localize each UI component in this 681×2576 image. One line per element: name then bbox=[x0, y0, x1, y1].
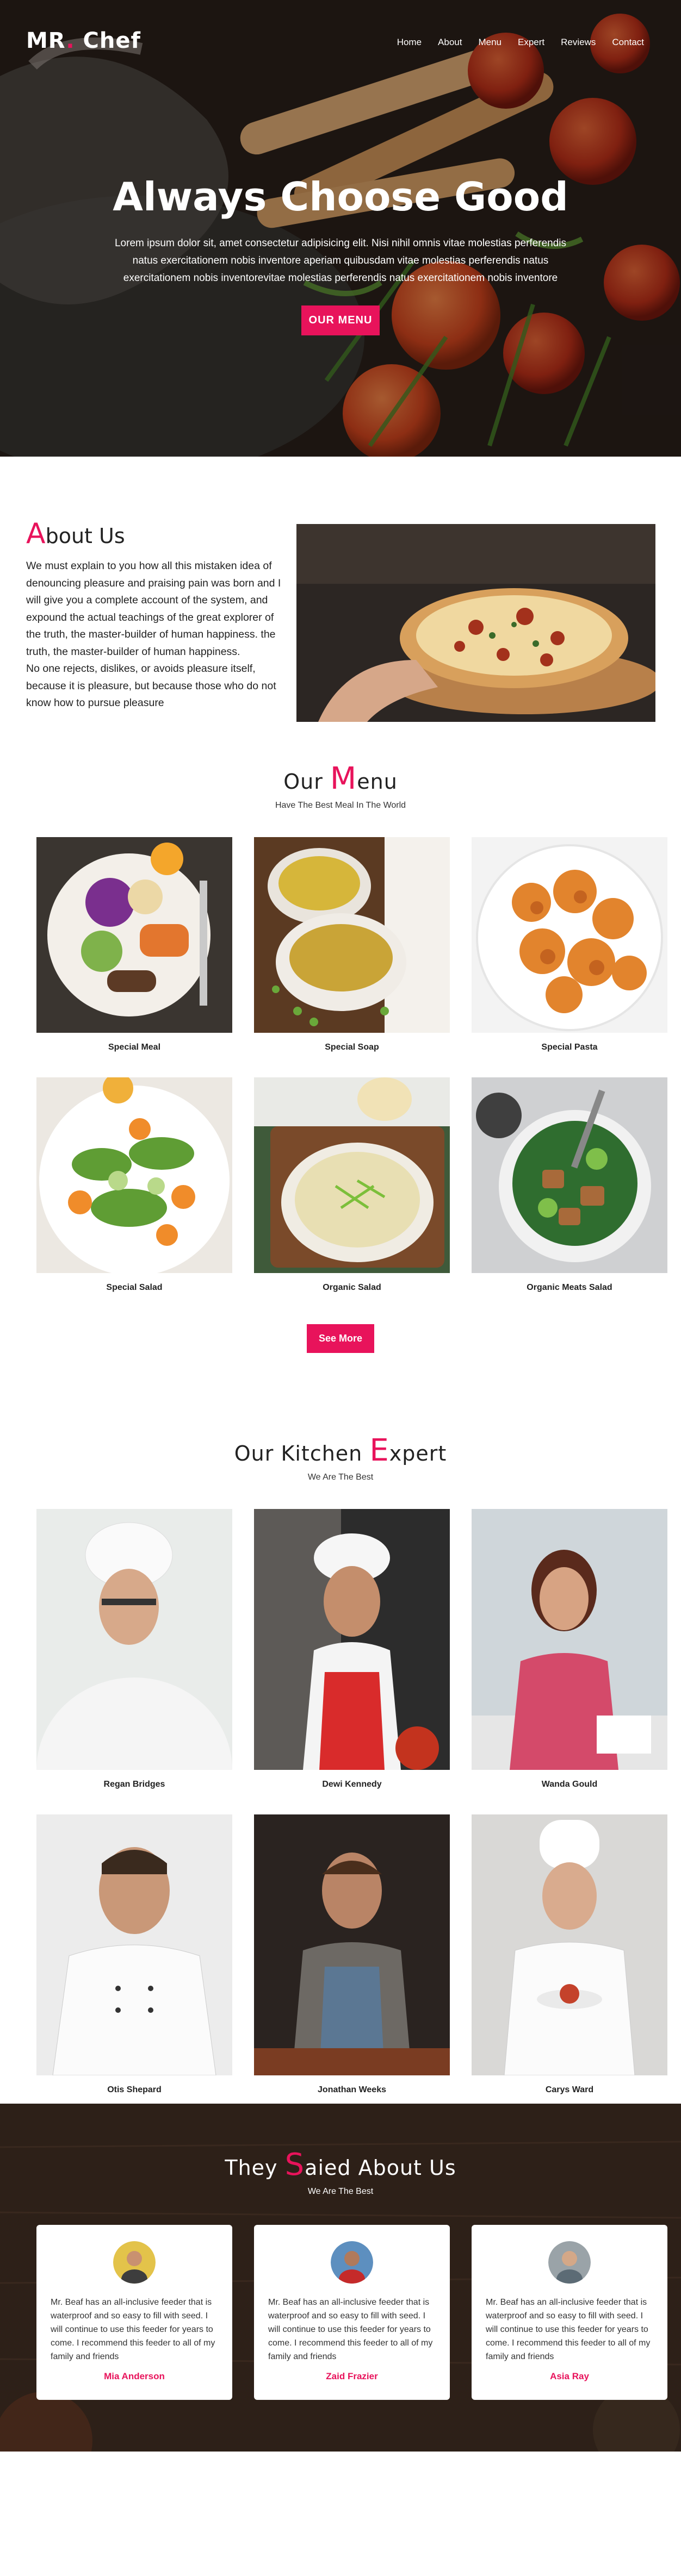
logo-text-left: MR bbox=[26, 28, 66, 53]
expert-card[interactable]: Regan Bridges bbox=[36, 1509, 232, 1789]
top-navbar: MR. Chef Home About Menu Expert Reviews … bbox=[0, 0, 681, 82]
special-soap-image bbox=[254, 837, 450, 1033]
chef-photo bbox=[36, 1509, 232, 1770]
menu-subtitle: Have The Best Meal In The World bbox=[275, 801, 406, 810]
menu-header: Our Menu Have The Best Meal In The World bbox=[0, 761, 681, 810]
about-text-block: About Us We must explain to you how all … bbox=[26, 517, 287, 712]
review-text: Mr. Beaf has an all-inclusive feeder tha… bbox=[486, 2298, 651, 2361]
special-pasta-image bbox=[472, 837, 667, 1033]
nav-reviews[interactable]: Reviews bbox=[561, 37, 596, 48]
see-more-wrap: See More bbox=[0, 1324, 681, 1353]
chef-photo bbox=[472, 1814, 667, 2075]
logo[interactable]: MR. Chef bbox=[26, 28, 141, 53]
menu-item-label: Organic Salad bbox=[323, 1283, 381, 1292]
chef-photo bbox=[36, 1814, 232, 2075]
menu-item-label: Organic Meats Salad bbox=[527, 1283, 612, 1292]
menu-title-pre: Our bbox=[283, 770, 330, 794]
expert-title-initial: E bbox=[369, 1433, 389, 1468]
expert-card[interactable]: Jonathan Weeks bbox=[254, 1814, 450, 2095]
expert-name: Otis Shepard bbox=[107, 2085, 162, 2094]
reviewer-avatar bbox=[548, 2241, 591, 2284]
menu-section: Our Menu Have The Best Meal In The World… bbox=[0, 761, 681, 1419]
expert-title-rest: xpert bbox=[389, 1442, 447, 1465]
menu-title-initial: M bbox=[330, 761, 357, 796]
hero-text: Lorem ipsum dolor sit, amet consectetur … bbox=[114, 238, 567, 284]
menu-card[interactable]: Special Salad bbox=[36, 1077, 232, 1293]
menu-card[interactable]: Special Meal bbox=[36, 837, 232, 1052]
expert-card[interactable]: Dewi Kennedy bbox=[254, 1509, 450, 1789]
organic-salad-image bbox=[254, 1077, 450, 1273]
organic-meats-salad-image bbox=[472, 1077, 667, 1273]
reviewer-name: Asia Ray bbox=[550, 2371, 589, 2381]
nav-about[interactable]: About bbox=[438, 37, 462, 48]
hero-content: Always Choose Good Lorem ipsum dolor sit… bbox=[0, 174, 681, 335]
expert-name: Carys Ward bbox=[545, 2085, 594, 2094]
see-more-button[interactable]: See More bbox=[306, 1324, 375, 1353]
expert-title: Our Kitchen Expert bbox=[0, 1433, 681, 1468]
reviews-title: They Saied About Us bbox=[0, 2147, 681, 2182]
expert-card[interactable]: Wanda Gould bbox=[472, 1509, 667, 1789]
menu-card[interactable]: Organic Meats Salad bbox=[472, 1077, 667, 1293]
menu-card[interactable]: Organic Salad bbox=[254, 1077, 450, 1293]
menu-item-label: Special Meal bbox=[108, 1043, 161, 1052]
special-meal-image bbox=[36, 837, 232, 1033]
menu-card[interactable]: Special Pasta bbox=[472, 837, 667, 1052]
expert-name: Dewi Kennedy bbox=[322, 1780, 382, 1789]
our-menu-button[interactable]: OUR MENU bbox=[301, 305, 380, 335]
expert-subtitle: We Are The Best bbox=[307, 1473, 374, 1482]
nav-home[interactable]: Home bbox=[397, 37, 422, 48]
menu-item-label: Special Pasta bbox=[541, 1043, 598, 1052]
expert-name: Jonathan Weeks bbox=[318, 2085, 386, 2094]
hero-title: Always Choose Good bbox=[113, 174, 568, 220]
nav-contact[interactable]: Contact bbox=[612, 37, 644, 48]
about-title: About Us bbox=[26, 517, 287, 550]
nav-menu: Home About Menu Expert Reviews Contact bbox=[397, 37, 644, 48]
reviews-header: They Saied About Us We Are The Best bbox=[0, 2147, 681, 2197]
expert-card[interactable]: Otis Shepard bbox=[36, 1814, 232, 2095]
menu-title-rest: enu bbox=[357, 770, 398, 794]
reviews-section: They Saied About Us We Are The Best Mr. … bbox=[0, 2104, 681, 2452]
reviewer-name: Mia Anderson bbox=[104, 2371, 165, 2381]
special-salad-image bbox=[36, 1077, 232, 1273]
reviews-title-initial: S bbox=[284, 2147, 305, 2182]
expert-header: Our Kitchen Expert We Are The Best bbox=[0, 1433, 681, 1482]
reviewer-name: Zaid Frazier bbox=[326, 2371, 378, 2381]
reviews-title-pre: They bbox=[225, 2156, 285, 2180]
review-card: Mr. Beaf has an all-inclusive feeder tha… bbox=[36, 2225, 232, 2400]
hero-section: MR. Chef Home About Menu Expert Reviews … bbox=[0, 0, 681, 457]
about-section: About Us We must explain to you how all … bbox=[0, 457, 681, 761]
reviews-title-rest: aied About Us bbox=[305, 2156, 456, 2180]
review-text: Mr. Beaf has an all-inclusive feeder tha… bbox=[268, 2298, 433, 2361]
chef-photo bbox=[254, 1814, 450, 2075]
review-card: Mr. Beaf has an all-inclusive feeder tha… bbox=[472, 2225, 667, 2400]
nav-menu-link[interactable]: Menu bbox=[478, 37, 502, 48]
expert-name: Regan Bridges bbox=[103, 1780, 165, 1789]
about-body: We must explain to you how all this mist… bbox=[26, 560, 281, 709]
review-card: Mr. Beaf has an all-inclusive feeder tha… bbox=[254, 2225, 450, 2400]
menu-card[interactable]: Special Soap bbox=[254, 837, 450, 1052]
logo-text-right: Chef bbox=[83, 28, 141, 53]
menu-item-label: Special Soap bbox=[325, 1043, 379, 1052]
menu-item-label: Special Salad bbox=[106, 1283, 163, 1292]
expert-card[interactable]: Carys Ward bbox=[472, 1814, 667, 2095]
expert-section: Our Kitchen Expert We Are The Best Regan… bbox=[0, 1419, 681, 2104]
nav-expert[interactable]: Expert bbox=[518, 37, 544, 48]
about-title-rest: bout Us bbox=[45, 524, 125, 548]
menu-title: Our Menu bbox=[0, 761, 681, 796]
chef-photo bbox=[472, 1509, 667, 1770]
reviewer-avatar bbox=[331, 2241, 373, 2284]
expert-title-pre: Our Kitchen bbox=[234, 1442, 370, 1465]
logo-dot: . bbox=[66, 28, 75, 53]
expert-name: Wanda Gould bbox=[541, 1780, 598, 1789]
chef-photo bbox=[254, 1509, 450, 1770]
pizza-image bbox=[296, 524, 655, 722]
reviews-subtitle: We Are The Best bbox=[307, 2187, 374, 2196]
about-title-initial: A bbox=[26, 517, 46, 550]
review-text: Mr. Beaf has an all-inclusive feeder tha… bbox=[51, 2298, 215, 2361]
reviewer-avatar bbox=[113, 2241, 156, 2284]
